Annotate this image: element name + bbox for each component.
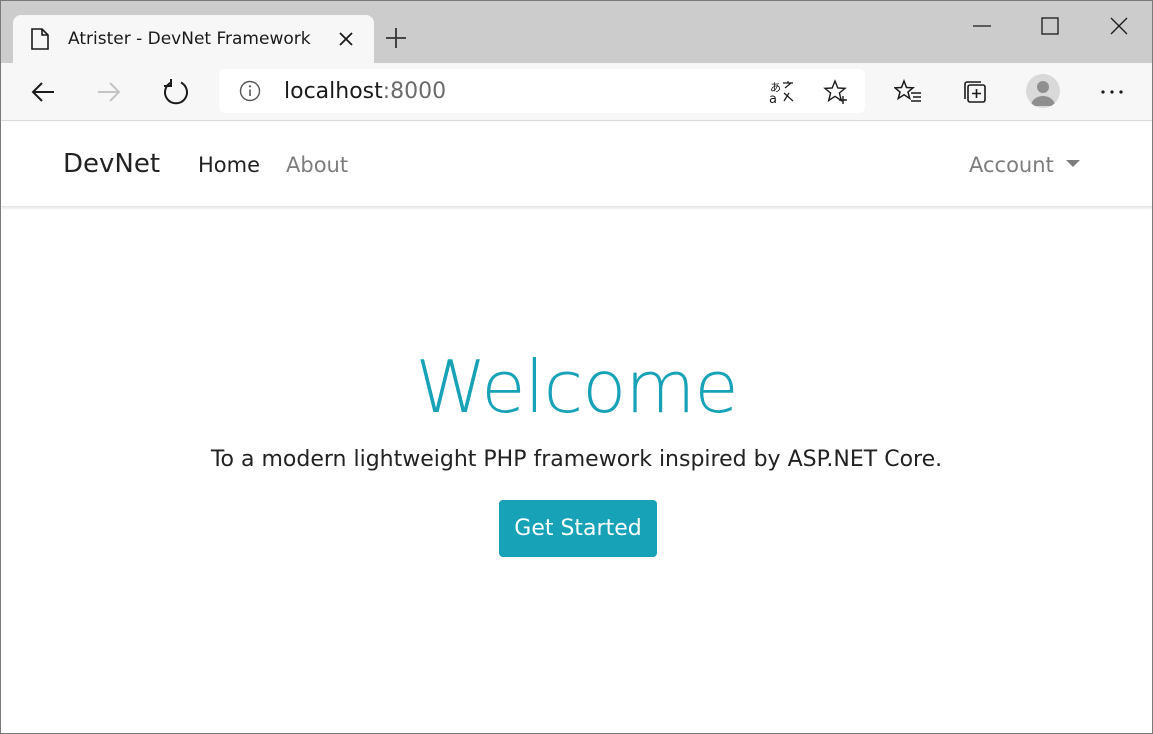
collections-button[interactable] xyxy=(960,77,990,107)
star-add-icon[interactable] xyxy=(823,79,849,105)
arrow-right-icon xyxy=(98,82,121,102)
site-navbar: DevNet Home About Account xyxy=(1,122,1152,207)
get-started-button[interactable]: Get Started xyxy=(499,500,657,557)
back-button[interactable] xyxy=(28,77,58,107)
nav-link-home[interactable]: Home xyxy=(198,153,260,177)
hero-section: Welcome To a modern lightweight PHP fram… xyxy=(1,207,1152,733)
close-icon[interactable] xyxy=(337,30,355,48)
url-text: localhost:8000 xyxy=(284,79,446,104)
more-icon xyxy=(1101,90,1123,94)
hero-title: Welcome xyxy=(415,345,738,429)
collections-icon xyxy=(964,81,986,103)
refresh-icon xyxy=(164,79,188,105)
close-window-icon[interactable] xyxy=(1108,15,1130,37)
browser-tab[interactable]: Atrister - DevNet Framework xyxy=(13,15,374,63)
account-dropdown[interactable]: Account xyxy=(969,153,1080,177)
minimize-icon[interactable] xyxy=(971,15,993,37)
favorites-list-icon xyxy=(894,78,921,102)
translate-icon[interactable]: あ a xyxy=(769,79,795,105)
favorites-button[interactable] xyxy=(893,77,923,107)
arrow-left-icon xyxy=(31,82,54,102)
hero-subtitle: To a modern lightweight PHP framework in… xyxy=(210,447,943,472)
brand-link[interactable]: DevNet xyxy=(63,149,160,179)
url-port: :8000 xyxy=(382,79,447,104)
nav-link-about[interactable]: About xyxy=(286,153,348,177)
maximize-icon[interactable] xyxy=(1039,15,1061,37)
tab-strip: Atrister - DevNet Framework xyxy=(1,1,1152,63)
refresh-button[interactable] xyxy=(161,77,191,107)
caret-down-icon xyxy=(1065,160,1080,167)
menu-button[interactable] xyxy=(1097,77,1127,107)
browser-toolbar: localhost:8000 あ a xyxy=(1,63,1152,121)
profile-icon xyxy=(1031,81,1055,106)
browser-window: Atrister - DevNet Framework localhost:80… xyxy=(0,0,1153,734)
forward-button[interactable] xyxy=(94,77,124,107)
info-icon[interactable] xyxy=(239,80,261,102)
document-icon xyxy=(31,28,49,50)
plus-icon[interactable] xyxy=(385,27,407,49)
address-bar[interactable]: localhost:8000 あ a xyxy=(219,69,865,113)
url-host: localhost xyxy=(284,79,383,104)
avatar[interactable] xyxy=(1026,74,1060,108)
svg-text:a: a xyxy=(769,92,777,105)
account-label: Account xyxy=(969,153,1054,177)
tab-title: Atrister - DevNet Framework xyxy=(68,29,311,49)
